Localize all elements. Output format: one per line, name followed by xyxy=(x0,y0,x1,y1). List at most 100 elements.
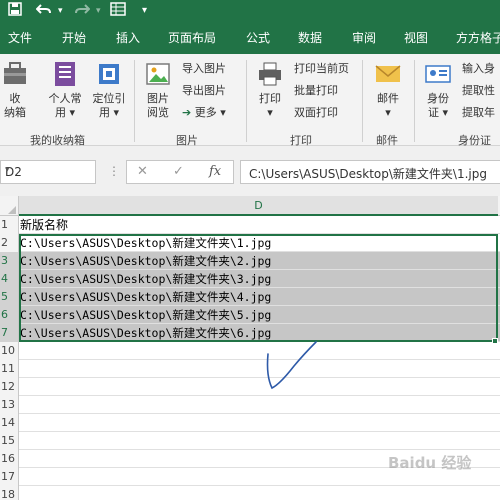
tab-file[interactable]: 文件 xyxy=(8,30,32,46)
extract-age-button[interactable]: 提取年 xyxy=(462,106,495,120)
extract-gender-button[interactable]: 提取性 xyxy=(462,84,495,98)
insert-function-icon[interactable]: fx xyxy=(209,164,221,179)
collect-box-button[interactable]: 收 纳箱 xyxy=(0,60,30,120)
mail-button[interactable]: 邮件 ▾ xyxy=(368,60,408,120)
print-dropdown[interactable]: ▾ xyxy=(252,106,288,120)
import-picture-button[interactable]: 导入图片 xyxy=(182,62,226,76)
row-header[interactable]: 12 xyxy=(0,378,19,396)
table-row: 18 xyxy=(0,486,500,500)
table-row: 10 xyxy=(0,342,500,360)
cell-d6[interactable]: C:\Users\ASUS\Desktop\新建文件夹\5.jpg xyxy=(20,306,271,324)
undo-dropdown[interactable]: ▾ xyxy=(58,2,63,20)
table-row: 4 C:\Users\ASUS\Desktop\新建文件夹\3.jpg xyxy=(0,270,500,288)
cancel-icon[interactable]: ✕ xyxy=(137,164,148,179)
id-card-label: 身份 xyxy=(427,92,449,105)
row-header[interactable]: 18 xyxy=(0,486,19,500)
table-row: 5 C:\Users\ASUS\Desktop\新建文件夹\4.jpg xyxy=(0,288,500,306)
ribbon: 收 纳箱 个人常 用 ▾ 定位引 用 ▾ 我的收纳箱 图片 阅览 导入图片 导出… xyxy=(0,54,500,147)
checkmark-annotation xyxy=(266,341,317,390)
tab-review[interactable]: 审阅 xyxy=(352,30,376,46)
row-header[interactable]: 17 xyxy=(0,468,19,486)
tab-fangfanggezi[interactable]: 方方格子 xyxy=(456,30,500,46)
table-row: 13 xyxy=(0,396,500,414)
picture-view-label: 图片 xyxy=(147,92,169,105)
input-id-button[interactable]: 输入身 xyxy=(462,62,495,76)
table-row: 14 xyxy=(0,414,500,432)
more-button[interactable]: ➔ 更多 ▾ xyxy=(182,106,226,120)
row-header[interactable]: 6 xyxy=(0,306,19,324)
row-header[interactable]: 13 xyxy=(0,396,19,414)
locate-label-2: 用 ▾ xyxy=(98,106,120,119)
picture-view-label-2: 阅览 xyxy=(147,106,169,119)
table-row: 15 xyxy=(0,432,500,450)
row-header[interactable]: 4 xyxy=(0,270,19,288)
tab-data[interactable]: 数据 xyxy=(298,30,322,46)
column-header-row: D xyxy=(0,196,500,216)
cell-d7[interactable]: C:\Users\ASUS\Desktop\新建文件夹\6.jpg xyxy=(20,324,271,342)
spreadsheet-grid[interactable]: D 1 新版名称 2 C:\Users\ASUS\Desktop\新建文件夹\1… xyxy=(0,196,500,500)
enter-icon[interactable]: ✓ xyxy=(173,164,184,179)
title-bar: ▾ ▾ ▾ xyxy=(0,0,500,22)
table-row: 2 C:\Users\ASUS\Desktop\新建文件夹\1.jpg xyxy=(0,234,500,252)
customize-qat-button[interactable]: ▾ xyxy=(142,2,147,20)
row-header[interactable]: 7 xyxy=(0,324,19,342)
tab-insert[interactable]: 插入 xyxy=(116,30,140,46)
baidu-watermark: Baidu 经验 xyxy=(388,454,472,472)
collect-label-2: 纳箱 xyxy=(4,106,26,119)
undo-icon[interactable] xyxy=(35,2,52,21)
export-picture-button[interactable]: 导出图片 xyxy=(182,84,226,98)
tab-home[interactable]: 开始 xyxy=(62,30,86,46)
save-icon[interactable] xyxy=(8,2,22,21)
ribbon-separator xyxy=(134,60,135,142)
redo-icon[interactable] xyxy=(74,2,91,21)
cell-d4[interactable]: C:\Users\ASUS\Desktop\新建文件夹\3.jpg xyxy=(20,270,271,288)
locate-label: 定位引 xyxy=(92,92,126,105)
row-header[interactable]: 15 xyxy=(0,432,19,450)
fill-handle[interactable] xyxy=(492,338,498,344)
personal-common-button[interactable]: 个人常 用 ▾ xyxy=(44,60,86,120)
cell-d3[interactable]: C:\Users\ASUS\Desktop\新建文件夹\2.jpg xyxy=(20,252,271,270)
redo-dropdown[interactable]: ▾ xyxy=(96,2,101,20)
personal-list-icon xyxy=(44,60,86,92)
row-header[interactable]: 3 xyxy=(0,252,19,270)
formula-input[interactable]: C:\Users\ASUS\Desktop\新建文件夹\1.jpg xyxy=(240,160,500,184)
select-all-corner[interactable] xyxy=(0,196,19,216)
personal-label: 个人常 xyxy=(48,92,82,105)
tab-page-layout[interactable]: 页面布局 xyxy=(168,30,216,46)
print-current-page-button[interactable]: 打印当前页 xyxy=(294,62,349,76)
row-header[interactable]: 5 xyxy=(0,288,19,306)
tab-formulas[interactable]: 公式 xyxy=(246,30,270,46)
personal-label-2: 用 ▾ xyxy=(54,106,76,119)
name-box-dropdown[interactable]: ▾ xyxy=(5,165,91,175)
picture-view-button[interactable]: 图片 阅览 xyxy=(140,60,176,120)
picture-icon xyxy=(140,60,176,92)
name-box[interactable]: D2 ▾ xyxy=(0,160,96,184)
row-header[interactable]: 2 xyxy=(0,234,19,252)
row-header[interactable]: 11 xyxy=(0,360,19,378)
tab-view[interactable]: 视图 xyxy=(404,30,428,46)
collect-label: 收 xyxy=(9,92,21,105)
locate-reference-icon xyxy=(88,60,130,92)
row-header[interactable]: 10 xyxy=(0,342,19,360)
cell-d1[interactable]: 新版名称 xyxy=(20,216,68,234)
duplex-print-button[interactable]: 双面打印 xyxy=(294,106,338,120)
ribbon-separator xyxy=(362,60,363,142)
row-header[interactable]: 14 xyxy=(0,414,19,432)
cell-d2[interactable]: C:\Users\ASUS\Desktop\新建文件夹\1.jpg xyxy=(20,234,271,252)
mail-dropdown[interactable]: ▾ xyxy=(368,106,408,120)
print-button[interactable]: 打印 ▾ xyxy=(252,60,288,120)
id-card-button[interactable]: 身份 证 ▾ xyxy=(420,60,456,120)
id-card-label-2: 证 ▾ xyxy=(427,106,449,119)
row-header[interactable]: 1 xyxy=(0,216,19,234)
formula-bar-grip: ⋮ xyxy=(108,164,120,178)
arrow-right-icon: ➔ xyxy=(182,106,192,119)
ribbon-separator xyxy=(246,60,247,142)
column-header-d[interactable]: D xyxy=(19,196,498,216)
cell-d5[interactable]: C:\Users\ASUS\Desktop\新建文件夹\4.jpg xyxy=(20,288,271,306)
batch-print-button[interactable]: 批量打印 xyxy=(294,84,338,98)
locate-reference-button[interactable]: 定位引 用 ▾ xyxy=(88,60,130,120)
row-header[interactable]: 16 xyxy=(0,450,19,468)
envelope-icon xyxy=(368,60,408,92)
form-icon[interactable] xyxy=(110,2,126,21)
toolbox-icon xyxy=(0,60,30,92)
